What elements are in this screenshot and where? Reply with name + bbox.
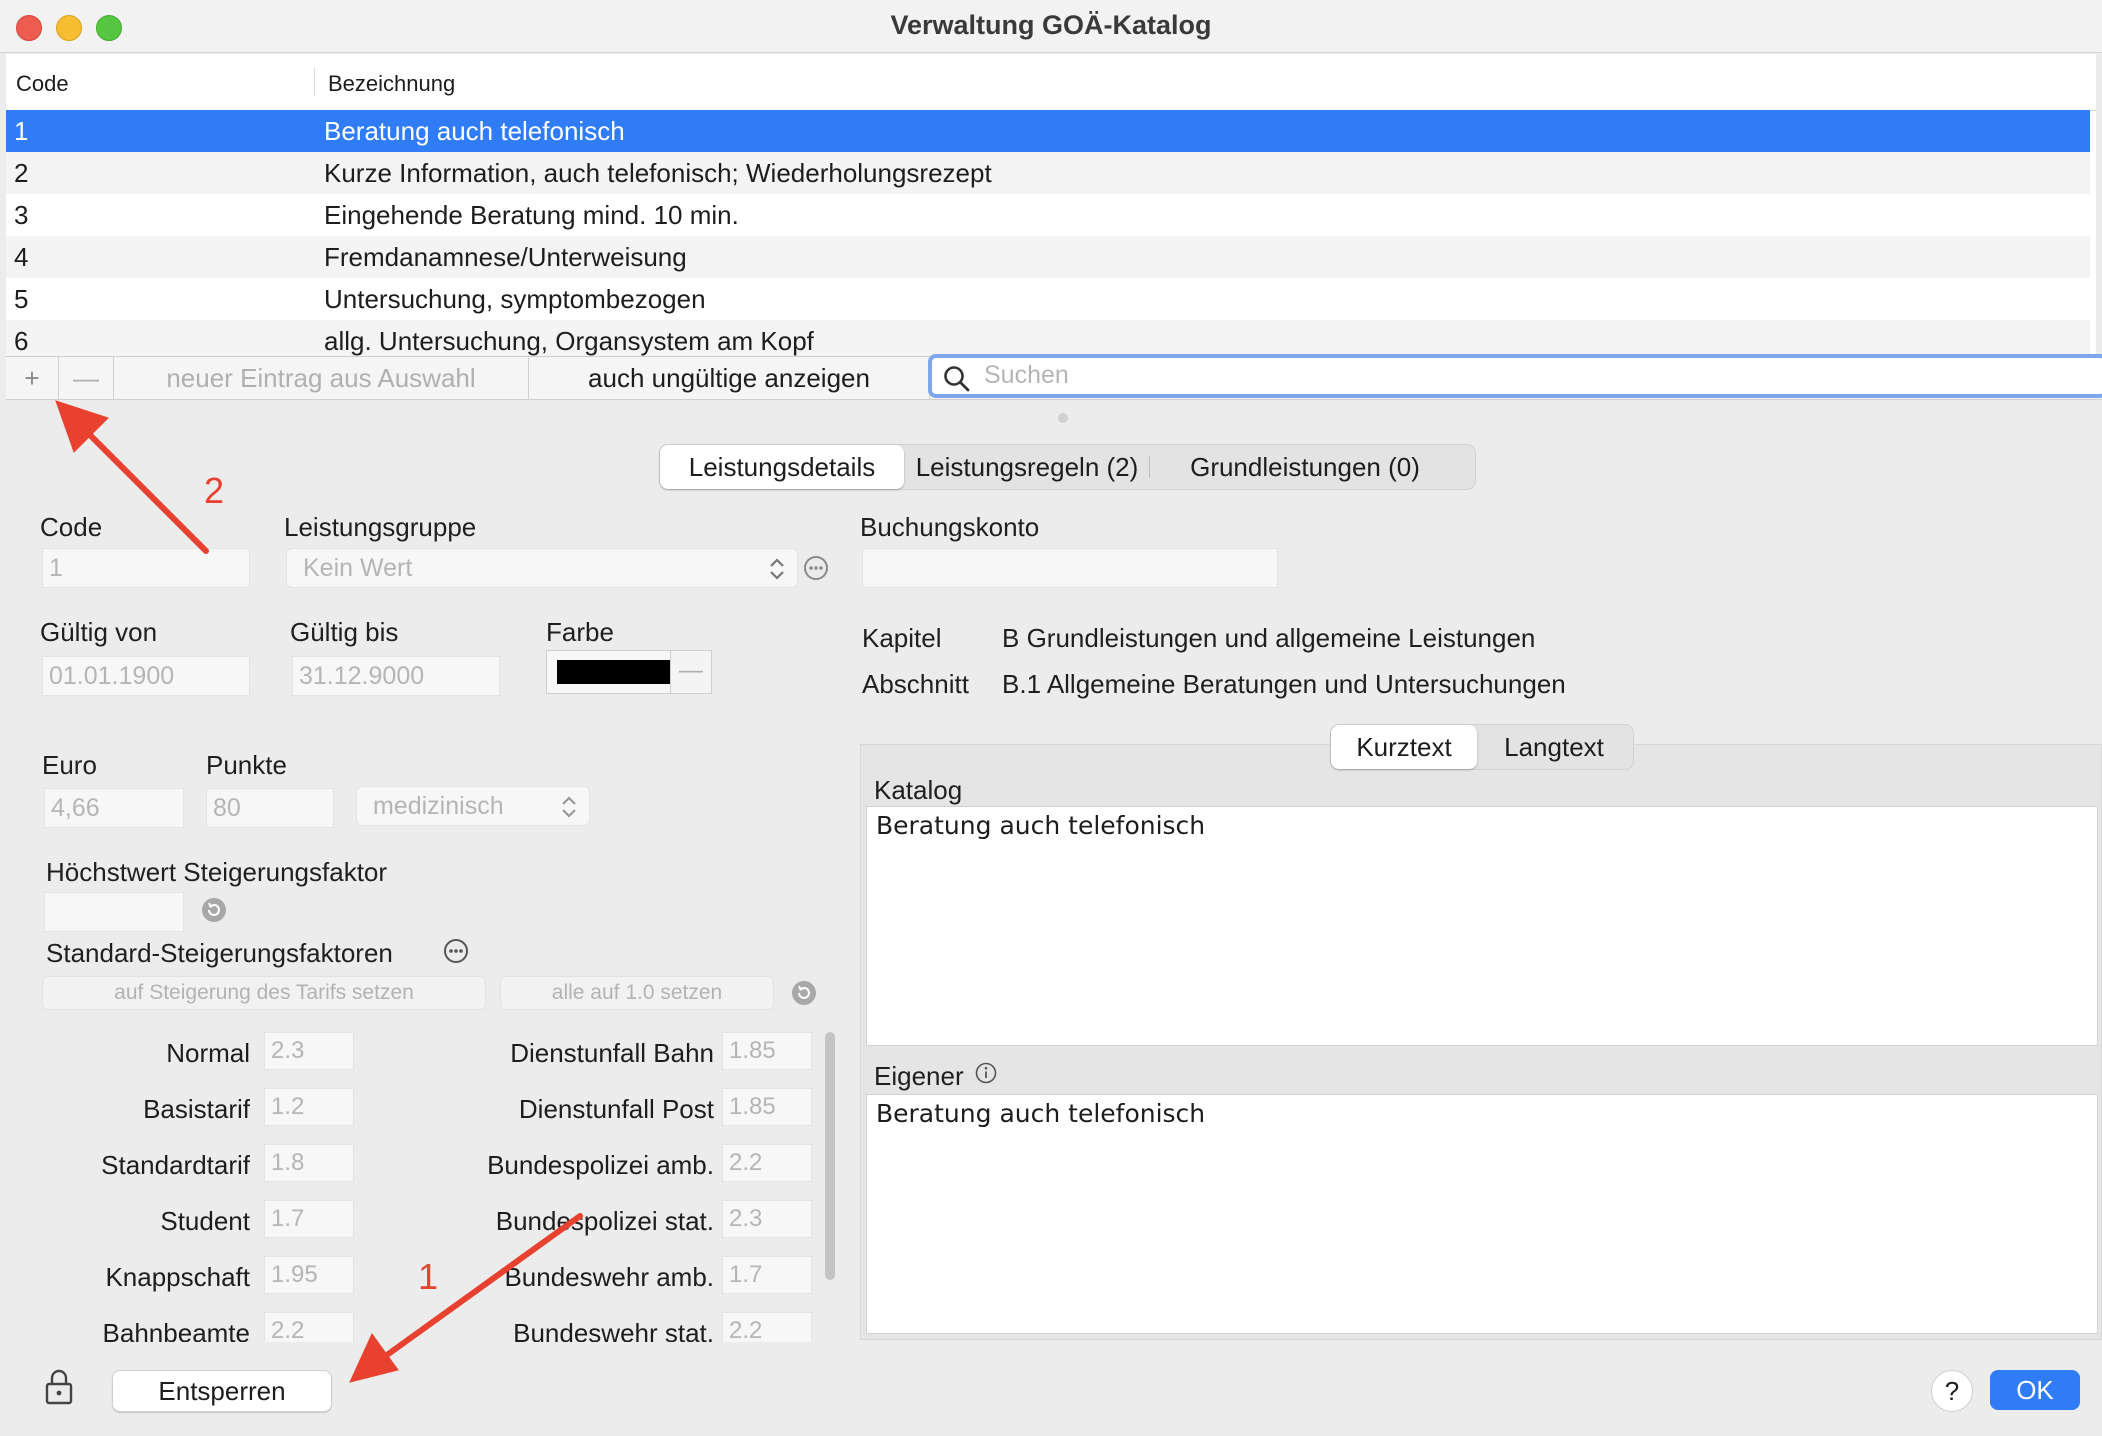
arrow-2 [55, 400, 209, 554]
arrow-1 [349, 1213, 583, 1383]
annotation-arrows [55, 400, 583, 1383]
annotation-label-2: 2 [204, 470, 225, 511]
annotation-label-1: 1 [418, 1256, 439, 1297]
